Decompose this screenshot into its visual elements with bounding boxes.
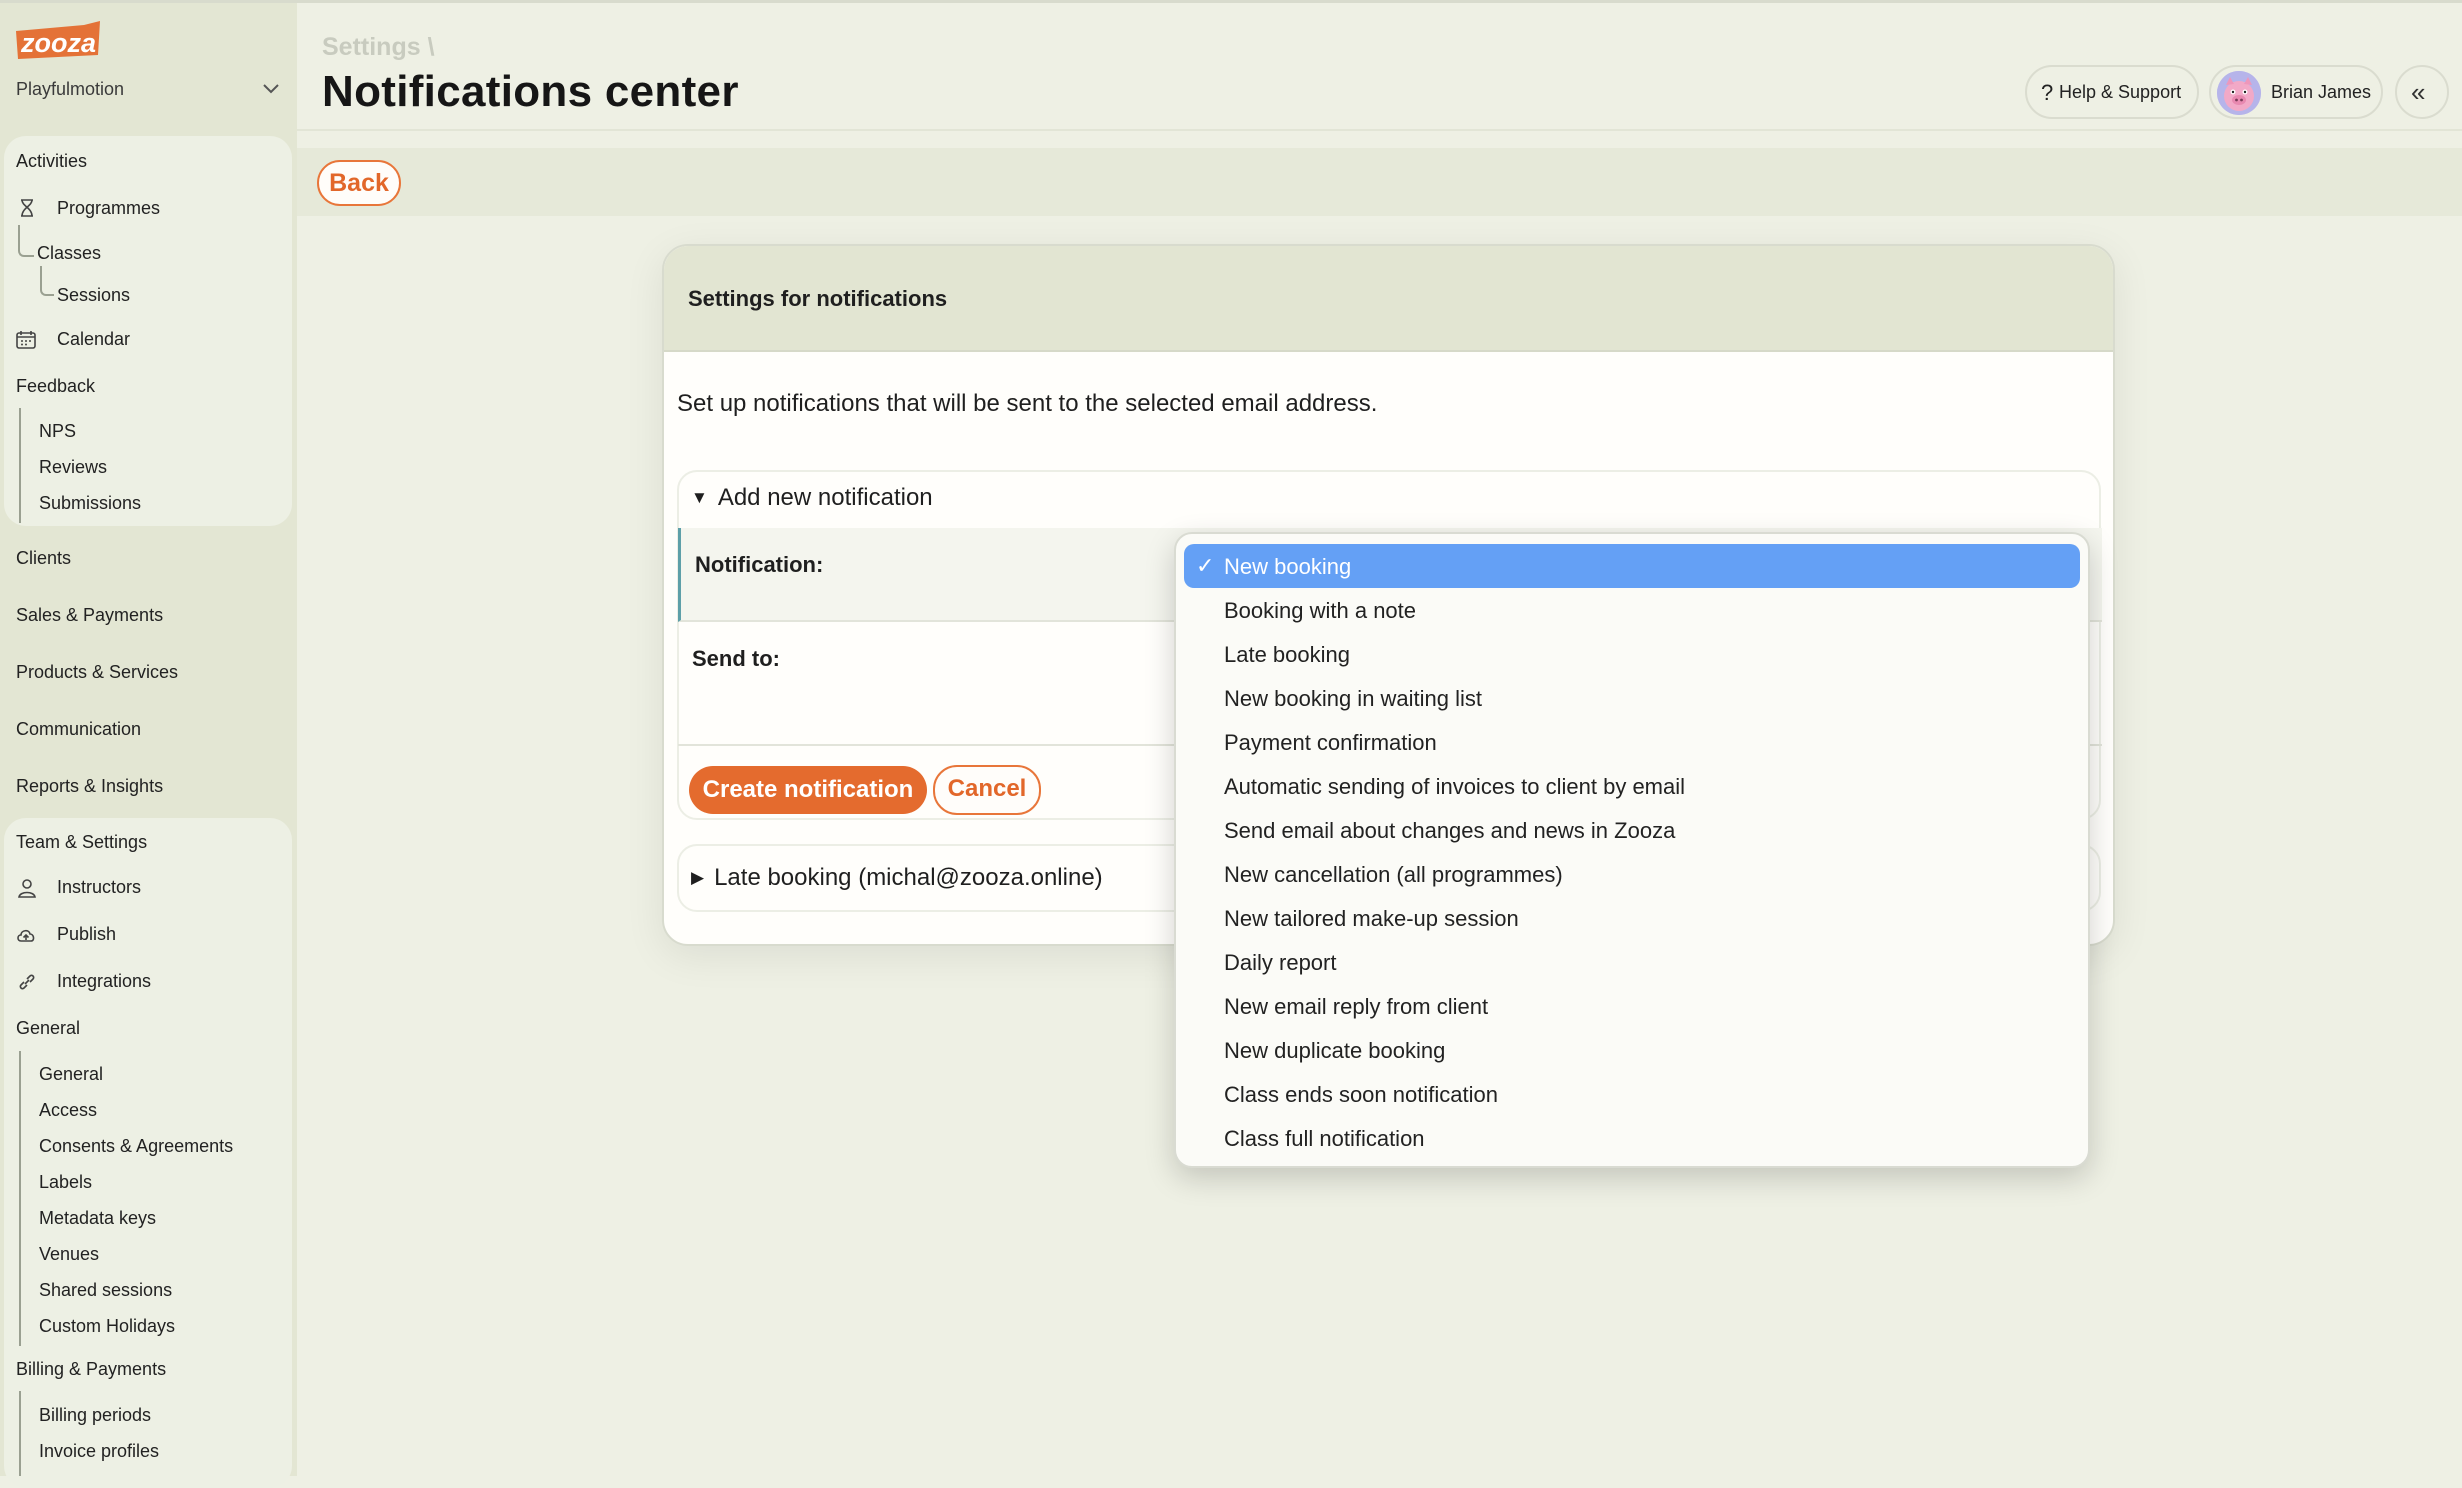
modal-header: Settings for notifications	[664, 246, 2113, 352]
user-name: Brian James	[2271, 82, 2372, 102]
checkmark-icon: ✓	[1196, 553, 1215, 578]
notification-type-dropdown[interactable]: ✓ New booking Booking with a note Late b…	[1174, 532, 2090, 1168]
action-bar: Back	[297, 148, 2462, 216]
sidebar-item-reports-insights[interactable]: Reports & Insights	[16, 776, 163, 797]
cancel-button[interactable]: Cancel	[933, 765, 1041, 815]
sidebar-item-publish[interactable]: Publish	[57, 924, 116, 945]
triangle-right-icon: ▶	[691, 868, 705, 887]
add-notification-toggle[interactable]: ▼ Add new notification	[691, 484, 933, 512]
sidebar-heading-feedback[interactable]: Feedback	[16, 376, 95, 397]
tree-line	[19, 408, 21, 523]
chevron-down-icon	[263, 84, 279, 94]
organization-name: Playfulmotion	[16, 79, 125, 99]
calendar-icon	[16, 331, 36, 349]
tree-connector	[18, 225, 34, 257]
sidebar-heading-billing-payments[interactable]: Billing & Payments	[16, 1359, 166, 1380]
collapse-sidebar-button[interactable]: «	[2395, 65, 2449, 119]
dropdown-option[interactable]: New booking in waiting list	[1184, 676, 2080, 720]
user-menu-button[interactable]: Brian James	[2209, 65, 2383, 119]
dropdown-option[interactable]: Send email about changes and news in Zoo…	[1184, 808, 2080, 852]
cloud-upload-icon	[17, 929, 35, 942]
dropdown-option[interactable]: Automatic sending of invoices to client …	[1184, 764, 2080, 808]
double-chevron-left-icon: «	[2411, 77, 2426, 107]
sidebar-heading-activities[interactable]: Activities	[16, 151, 87, 172]
dropdown-option[interactable]: Booking with a note	[1184, 588, 2080, 632]
dropdown-option-selected[interactable]: ✓ New booking	[1184, 544, 2080, 588]
sidebar-item-clients[interactable]: Clients	[16, 548, 71, 569]
triangle-down-icon: ▼	[691, 488, 708, 507]
sidebar-item-products-services[interactable]: Products & Services	[16, 662, 178, 683]
back-button[interactable]: Back	[317, 160, 401, 206]
pig-avatar-icon	[2217, 71, 2261, 115]
dropdown-option[interactable]: Class full notification	[1184, 1116, 2080, 1160]
send-to-label: Send to:	[692, 646, 780, 671]
svg-text:zooza: zooza	[20, 28, 96, 58]
sidebar-item-general[interactable]: General	[39, 1064, 103, 1085]
sidebar-item-sales-payments[interactable]: Sales & Payments	[16, 605, 163, 626]
dropdown-option[interactable]: New duplicate booking	[1184, 1028, 2080, 1072]
tree-line	[19, 1051, 21, 1346]
dropdown-option[interactable]: Class ends soon notification	[1184, 1072, 2080, 1116]
sidebar-item-labels[interactable]: Labels	[39, 1172, 92, 1193]
add-notification-title: Add new notification	[717, 484, 933, 511]
sidebar-item-venues[interactable]: Venues	[39, 1244, 99, 1265]
sidebar-item-calendar[interactable]: Calendar	[57, 329, 130, 350]
organization-selector[interactable]: Playfulmotion	[16, 79, 282, 103]
dropdown-option[interactable]: Daily report	[1184, 940, 2080, 984]
sidebar-item-invoice-profiles[interactable]: Invoice profiles	[39, 1441, 159, 1462]
dropdown-option[interactable]: Payment confirmation	[1184, 720, 2080, 764]
dropdown-option[interactable]: New tailored make-up session	[1184, 896, 2080, 940]
dropdown-option[interactable]: New cancellation (all programmes)	[1184, 852, 2080, 896]
sidebar-item-shared-sessions[interactable]: Shared sessions	[39, 1280, 172, 1301]
zooza-logo[interactable]: zooza	[14, 17, 102, 63]
modal-description: Set up notifications that will be sent t…	[677, 390, 1378, 417]
notification-label: Notification:	[695, 552, 824, 577]
create-notification-button[interactable]: Create notification	[689, 766, 927, 814]
avatar	[2217, 71, 2261, 115]
existing-notification-toggle[interactable]: ▶ Late booking (michal@zooza.online)	[691, 864, 1103, 892]
sidebar-item-billing-periods[interactable]: Billing periods	[39, 1405, 151, 1426]
dropdown-option[interactable]: Late booking	[1184, 632, 2080, 676]
breadcrumb[interactable]: Settings \	[322, 33, 435, 62]
sidebar: zooza Playfulmotion Activities Programme…	[0, 3, 297, 1488]
page-header: Settings \ Notifications center ? Help &…	[297, 3, 2462, 131]
user-icon	[18, 879, 36, 898]
dropdown-option[interactable]: New email reply from client	[1184, 984, 2080, 1028]
sidebar-heading-general[interactable]: General	[16, 1018, 80, 1039]
sidebar-item-integrations[interactable]: Integrations	[57, 971, 151, 992]
sidebar-item-communication[interactable]: Communication	[16, 719, 141, 740]
sidebar-item-sessions[interactable]: Sessions	[57, 285, 130, 306]
link-icon	[19, 974, 35, 990]
sidebar-item-reviews[interactable]: Reviews	[39, 457, 107, 478]
question-icon: ?	[2041, 80, 2054, 105]
sidebar-item-metadata-keys[interactable]: Metadata keys	[39, 1208, 156, 1229]
sidebar-item-nps[interactable]: NPS	[39, 421, 76, 442]
sidebar-heading-team-settings[interactable]: Team & Settings	[16, 832, 147, 853]
page-title: Notifications center	[322, 67, 739, 116]
existing-notification-title: Late booking (michal@zooza.online)	[714, 864, 1103, 891]
tree-connector	[40, 266, 54, 296]
help-support-button[interactable]: ? Help & Support	[2025, 65, 2199, 119]
sidebar-item-instructors[interactable]: Instructors	[57, 877, 141, 898]
sidebar-item-consents-agreements[interactable]: Consents & Agreements	[39, 1136, 233, 1157]
modal-title: Settings for notifications	[688, 286, 948, 311]
sidebar-item-submissions[interactable]: Submissions	[39, 493, 141, 514]
help-support-label: Help & Support	[2059, 82, 2182, 102]
hourglass-icon	[21, 199, 33, 217]
sidebar-item-custom-holidays[interactable]: Custom Holidays	[39, 1316, 175, 1337]
tree-line	[19, 1391, 21, 1476]
sidebar-item-access[interactable]: Access	[39, 1100, 97, 1121]
sidebar-item-classes[interactable]: Classes	[37, 243, 101, 264]
sidebar-item-programmes[interactable]: Programmes	[57, 198, 160, 219]
